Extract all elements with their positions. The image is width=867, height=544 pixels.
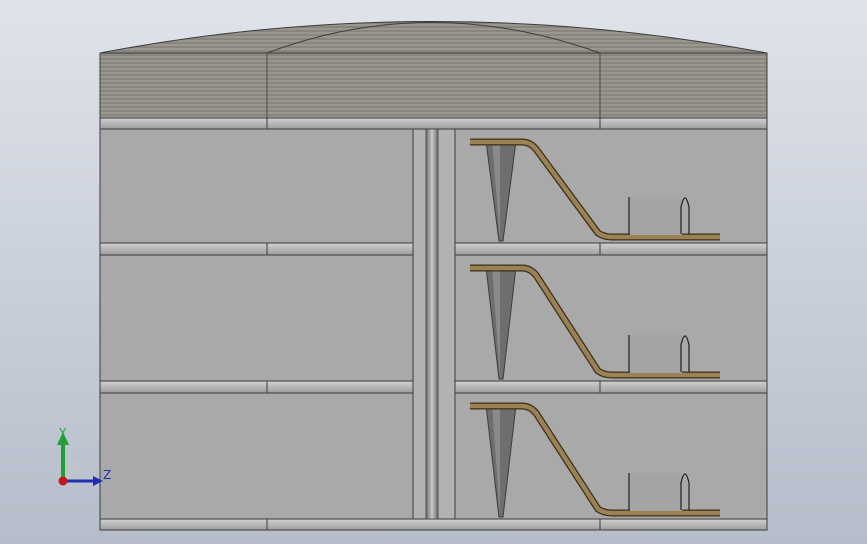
- slab-band: [99, 518, 768, 531]
- collector-bin: [630, 197, 682, 235]
- model-view[interactable]: Y Z: [0, 0, 867, 544]
- graphics-viewport[interactable]: Y Z: [0, 0, 867, 544]
- z-axis-label: Z: [103, 468, 111, 482]
- y-axis-label: Y: [58, 426, 67, 440]
- x-axis-dot-icon: [58, 476, 68, 486]
- central-pipe: [425, 128, 439, 520]
- collector-bin: [630, 335, 682, 373]
- collector-bin: [630, 473, 682, 511]
- triad-plane-icon: [63, 457, 93, 481]
- roof: [99, 21, 768, 119]
- building-structure: [99, 117, 768, 531]
- slab-band: [99, 117, 768, 130]
